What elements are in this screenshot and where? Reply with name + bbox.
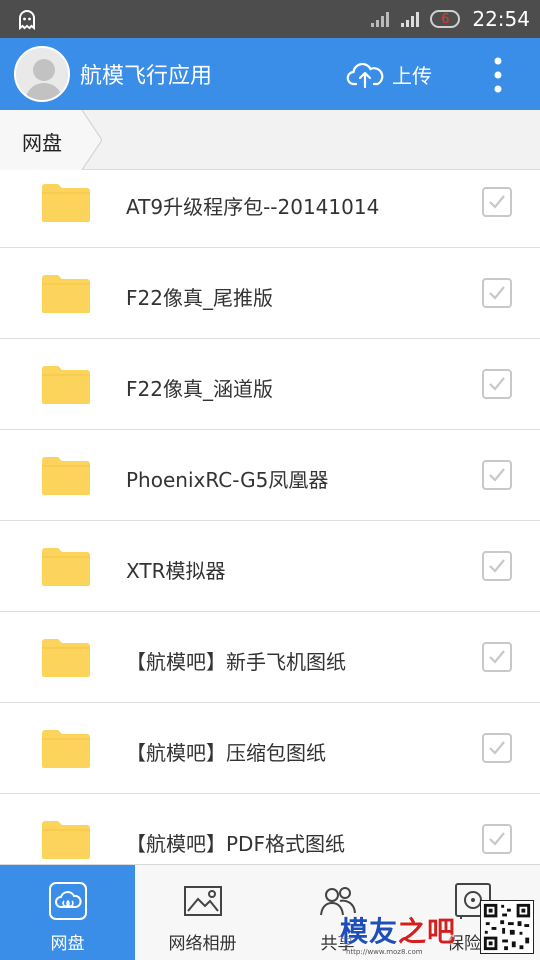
- file-row[interactable]: F22像真_尾推版: [0, 248, 540, 339]
- watermark-brand: 模友之吧: [340, 910, 456, 950]
- folder-icon: [42, 730, 90, 768]
- select-checkbox[interactable]: [482, 824, 512, 854]
- signal-icon: [401, 12, 420, 27]
- folder-icon: [42, 821, 90, 859]
- breadcrumb-item-root[interactable]: 网盘: [22, 127, 62, 156]
- file-row[interactable]: F22像真_涵道版: [0, 339, 540, 430]
- avatar[interactable]: [14, 46, 70, 102]
- status-bar: 6 22:54: [0, 0, 540, 38]
- upload-label: 上传: [392, 63, 432, 88]
- file-row[interactable]: XTR模拟器: [0, 521, 540, 612]
- folder-icon: [42, 184, 90, 222]
- file-list: AT9升级程序包--20141014 F22像真_尾推版 F22像真_涵道版 P…: [0, 171, 540, 863]
- battery-indicator: 6: [430, 10, 461, 28]
- select-checkbox[interactable]: [482, 187, 512, 217]
- file-name: F22像真_涵道版: [126, 377, 273, 401]
- file-row[interactable]: 【航模吧】新手飞机图纸: [0, 612, 540, 703]
- select-checkbox[interactable]: [482, 278, 512, 308]
- checkmark-icon: [489, 286, 505, 300]
- app-title: 航模飞行应用: [80, 64, 213, 89]
- app-screen: 6 22:54 航模飞行应用 上传 网盘 AT9升级程序包--20141014 …: [0, 0, 540, 960]
- folder-icon: [42, 639, 90, 677]
- file-row[interactable]: PhoenixRC-G5凤凰器: [0, 430, 540, 521]
- select-checkbox[interactable]: [482, 460, 512, 490]
- watermark: 模友之吧 http://www.moz8.com: [336, 898, 540, 960]
- photo-album-icon: [184, 886, 222, 916]
- qr-code-icon: [480, 900, 534, 954]
- nav-label: 网络相册: [168, 934, 237, 954]
- file-row[interactable]: AT9升级程序包--20141014: [0, 171, 540, 248]
- file-name: 【航模吧】压缩包图纸: [126, 741, 326, 765]
- folder-icon: [42, 366, 90, 404]
- select-checkbox[interactable]: [482, 642, 512, 672]
- more-options-icon[interactable]: [486, 56, 510, 94]
- cloud-upload-icon: [346, 62, 384, 89]
- signal-icon: [371, 12, 390, 27]
- folder-icon: [42, 457, 90, 495]
- watermark-brand-part1: 模友: [340, 915, 399, 948]
- file-name: AT9升级程序包--20141014: [126, 195, 380, 219]
- checkmark-icon: [489, 377, 505, 391]
- checkmark-icon: [489, 195, 505, 209]
- watermark-brand-part2: 之吧: [398, 915, 457, 948]
- file-row[interactable]: 【航模吧】PDF格式图纸: [0, 794, 540, 863]
- checkmark-icon: [489, 650, 505, 664]
- nav-label: 网盘: [50, 934, 85, 954]
- file-name: PhoenixRC-G5凤凰器: [126, 468, 329, 492]
- app-header: 航模飞行应用 上传: [0, 38, 540, 110]
- upload-button[interactable]: 上传: [346, 56, 432, 92]
- status-time: 22:54: [472, 7, 530, 31]
- checkmark-icon: [489, 559, 505, 573]
- cloud-drive-icon: [49, 882, 87, 920]
- file-name: 【航模吧】PDF格式图纸: [126, 832, 345, 856]
- file-row[interactable]: 【航模吧】压缩包图纸: [0, 703, 540, 794]
- select-checkbox[interactable]: [482, 369, 512, 399]
- file-name: XTR模拟器: [126, 559, 226, 583]
- file-name: 【航模吧】新手飞机图纸: [126, 650, 346, 674]
- select-checkbox[interactable]: [482, 733, 512, 763]
- select-checkbox[interactable]: [482, 551, 512, 581]
- file-name: F22像真_尾推版: [126, 286, 273, 310]
- watermark-url: http://www.moz8.com: [346, 948, 423, 956]
- checkmark-icon: [489, 741, 505, 755]
- folder-icon: [42, 275, 90, 313]
- folder-icon: [42, 548, 90, 586]
- ghost-notification-icon: [19, 10, 35, 30]
- nav-item-cloud-drive[interactable]: 网盘: [0, 865, 135, 960]
- checkmark-icon: [489, 468, 505, 482]
- battery-level: 6: [441, 11, 450, 27]
- nav-item-photo-album[interactable]: 网络相册: [135, 865, 270, 960]
- user-silhouette-icon: [16, 48, 68, 100]
- checkmark-icon: [489, 832, 505, 846]
- breadcrumb: 网盘: [0, 110, 540, 170]
